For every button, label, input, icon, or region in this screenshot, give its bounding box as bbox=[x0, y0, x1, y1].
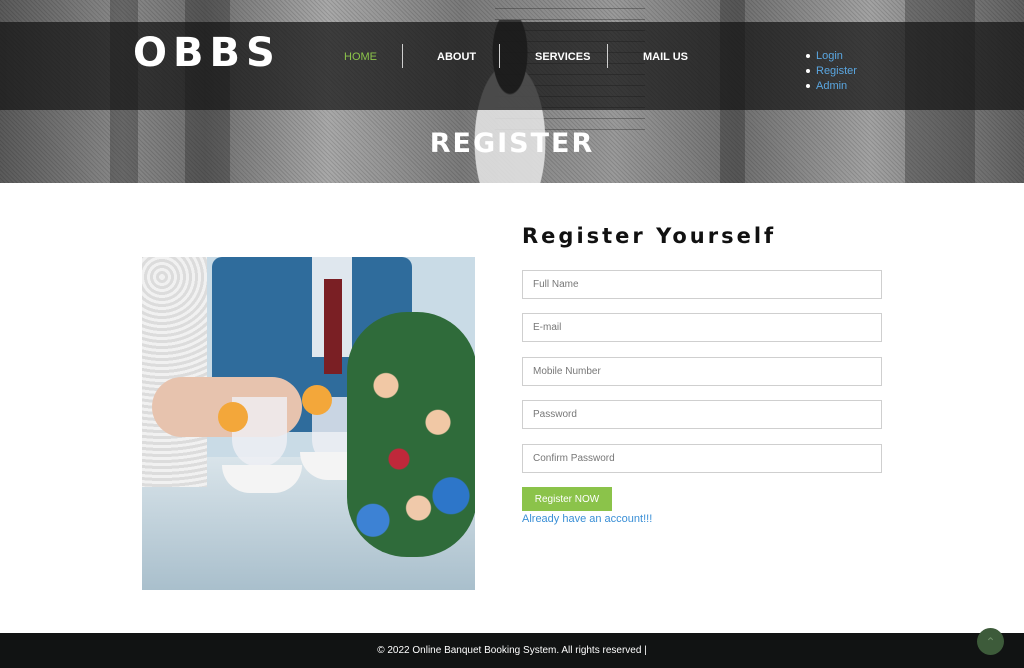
register-link[interactable]: Register bbox=[806, 64, 857, 79]
photo-bouquet bbox=[347, 312, 475, 557]
mobile-number-input[interactable] bbox=[523, 358, 881, 385]
nav-mail-us[interactable]: MAIL US bbox=[643, 51, 688, 63]
copyright-text: © 2022 Online Banquet Booking System. Al… bbox=[377, 645, 647, 656]
confirm-password-input[interactable] bbox=[523, 445, 881, 472]
email-field bbox=[522, 313, 882, 342]
nav-home[interactable]: HOME bbox=[344, 51, 377, 63]
photo-bride-lace bbox=[142, 257, 207, 487]
already-have-account-link[interactable]: Already have an account!!! bbox=[522, 513, 652, 525]
login-link[interactable]: Login bbox=[806, 49, 857, 64]
nav-services[interactable]: SERVICES bbox=[535, 51, 590, 63]
site-logo[interactable]: OBBS bbox=[133, 30, 281, 76]
admin-link[interactable]: Admin bbox=[806, 79, 857, 94]
footer: © 2022 Online Banquet Booking System. Al… bbox=[0, 633, 1024, 668]
scroll-to-top-button[interactable]: ⌃ bbox=[977, 628, 1004, 655]
password-input[interactable] bbox=[523, 401, 881, 428]
photo-tie bbox=[324, 279, 342, 374]
email-input[interactable] bbox=[523, 314, 881, 341]
auth-links: Login Register Admin bbox=[806, 49, 857, 94]
form-heading: Register Yourself bbox=[522, 224, 777, 248]
nav-divider bbox=[402, 44, 403, 68]
mobile-field bbox=[522, 357, 882, 386]
nav-divider bbox=[607, 44, 608, 68]
confirm-password-field bbox=[522, 444, 882, 473]
full-name-field bbox=[522, 270, 882, 299]
hero-banner: OBBS HOME ABOUT SERVICES MAIL US Login R… bbox=[0, 0, 1024, 183]
nav-about[interactable]: ABOUT bbox=[437, 51, 476, 63]
chevron-up-icon: ⌃ bbox=[985, 634, 996, 649]
page-title: REGISTER bbox=[429, 128, 595, 159]
couple-table-photo bbox=[142, 257, 475, 590]
nav-divider bbox=[499, 44, 500, 68]
register-now-button[interactable]: Register NOW bbox=[522, 487, 612, 511]
photo-orange-slice bbox=[218, 402, 248, 432]
full-name-input[interactable] bbox=[523, 271, 881, 298]
photo-orange-slice bbox=[302, 385, 332, 415]
password-field bbox=[522, 400, 882, 429]
